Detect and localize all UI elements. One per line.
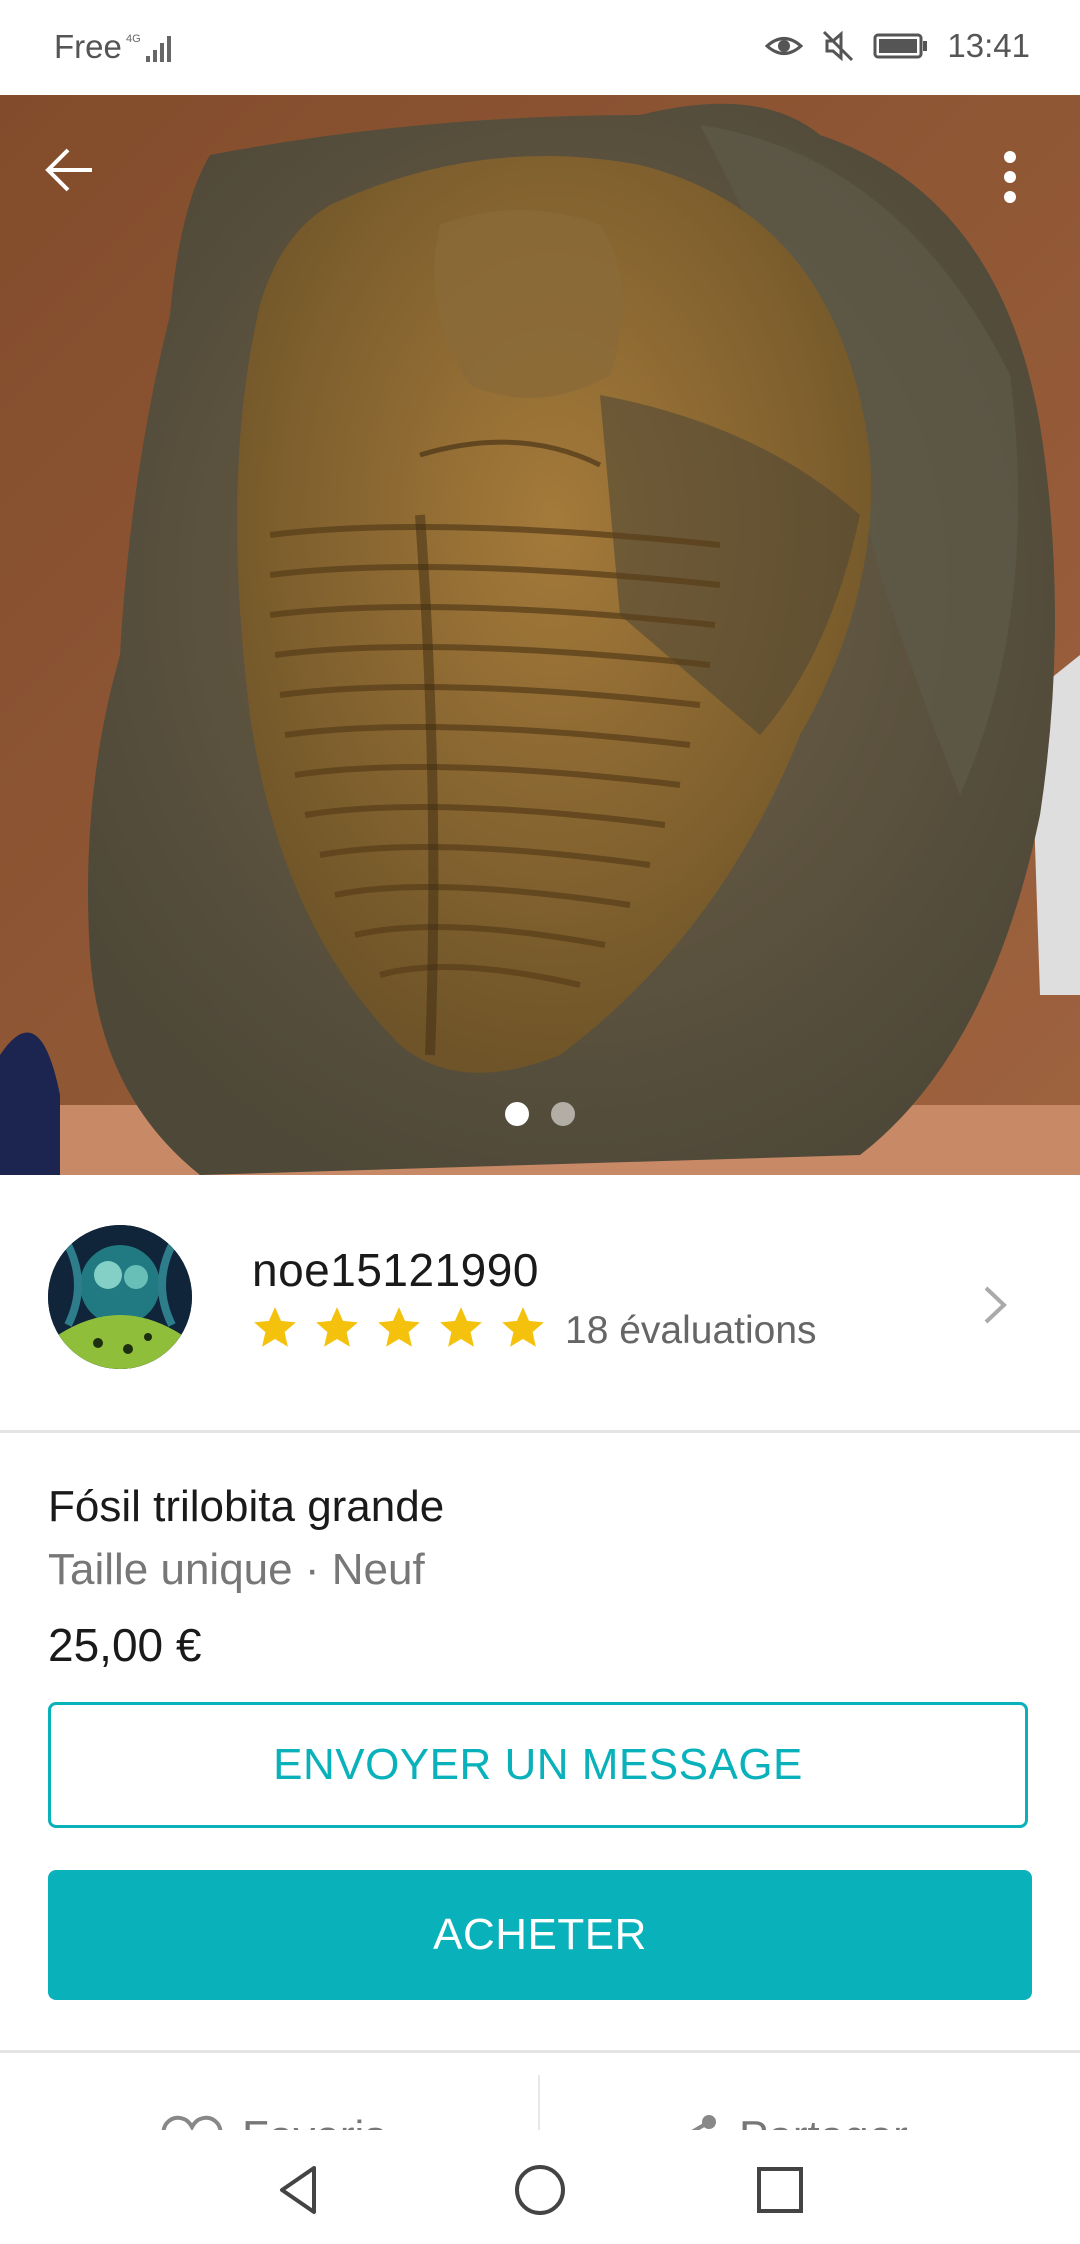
trilobite-fossil-image (0, 95, 1080, 1175)
item-photo[interactable] (0, 95, 1080, 1175)
more-vert-icon[interactable] (990, 145, 1030, 225)
divider (0, 2050, 1080, 2053)
pagination-dot[interactable] (551, 1102, 575, 1126)
star-icon (378, 1307, 420, 1347)
star-icon (440, 1307, 482, 1347)
item-size-condition: Taille unique · Neuf (48, 1545, 425, 1594)
item-title: Fósil trilobita grande (48, 1482, 445, 1531)
nav-recents-icon[interactable] (752, 2162, 808, 2218)
mute-icon (823, 30, 854, 62)
eye-icon (765, 37, 804, 55)
star-icon (502, 1307, 544, 1347)
signal-icon: 4G (126, 33, 171, 62)
carrier-name: Free (54, 28, 122, 65)
seller-row[interactable]: noe15121990 18 évaluations (0, 1175, 1080, 1433)
buy-button[interactable]: ACHETER (48, 1870, 1032, 2000)
avatar[interactable] (48, 1225, 192, 1369)
nav-home-icon[interactable] (512, 2162, 568, 2218)
item-price: 25,00 € (48, 1619, 202, 1671)
back-arrow-icon[interactable] (40, 140, 100, 200)
system-nav-bar (0, 2130, 1080, 2244)
network-type: 4G (126, 33, 141, 45)
seller-username: noe15121990 (252, 1244, 539, 1296)
chevron-right-icon (984, 1286, 1007, 1324)
reviews-count: 18 évaluations (565, 1309, 817, 1352)
clock: 13:41 (947, 27, 1030, 64)
status-bar: Free 4G 13:41 (0, 0, 1080, 95)
send-message-button[interactable]: ENVOYER UN MESSAGE (48, 1702, 1028, 1828)
battery-icon (873, 33, 928, 59)
nav-back-icon[interactable] (270, 2162, 326, 2218)
star-icon (254, 1307, 296, 1347)
star-icon (316, 1307, 358, 1347)
rating-stars (250, 1303, 548, 1353)
pagination-dot-active[interactable] (505, 1102, 529, 1126)
status-icons: 13:41 (765, 26, 1030, 66)
item-detail-screen: Free 4G 13:41 noe15121990 18 évaluations… (0, 0, 1080, 2244)
photo-pagination (0, 1102, 1080, 1126)
